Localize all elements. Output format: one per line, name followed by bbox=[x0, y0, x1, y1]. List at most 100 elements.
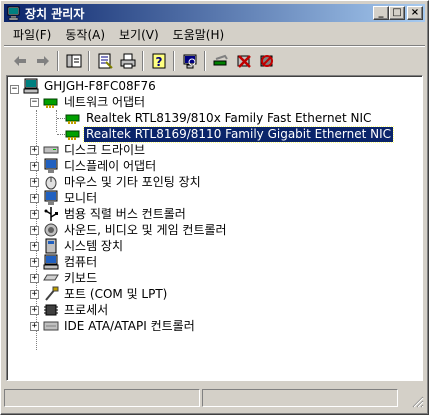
toolbar: ? bbox=[4, 48, 425, 74]
expand-toggle[interactable]: + bbox=[30, 225, 39, 235]
system-device-icon bbox=[43, 238, 59, 254]
minimize-icon: _ bbox=[378, 7, 384, 18]
category-label: 프로세서 bbox=[64, 302, 109, 317]
close-button[interactable]: × bbox=[407, 6, 423, 20]
category-label: 네트워크 어댑터 bbox=[64, 94, 146, 109]
device-label-selected: Realtek RTL8169/8110 Family Gigabit Ethe… bbox=[82, 125, 395, 143]
ide-controller-icon bbox=[43, 318, 59, 334]
help-button[interactable]: ? bbox=[147, 50, 170, 72]
menu-file[interactable]: 파일(F) bbox=[6, 25, 58, 44]
expand-toggle[interactable]: + bbox=[30, 321, 39, 331]
properties-icon bbox=[98, 53, 113, 69]
title-bar[interactable]: 장치 관리자 _ □ × bbox=[4, 4, 425, 22]
status-bar bbox=[4, 389, 425, 409]
category-label: 시스템 장치 bbox=[64, 238, 124, 253]
device-manager-window: 장치 관리자 _ □ × 파일(F) 동작(A) 보기(V) 도움말(H) ? … bbox=[0, 0, 429, 415]
category-label: 디스크 드라이브 bbox=[64, 142, 146, 157]
menu-bar: 파일(F) 동작(A) 보기(V) 도움말(H) bbox=[4, 24, 425, 44]
expand-toggle[interactable]: + bbox=[30, 273, 39, 283]
show-hide-tree-button[interactable] bbox=[62, 50, 85, 72]
toolbar-separator bbox=[88, 51, 90, 71]
tree-category-mice[interactable]: + 마우스 및 기타 포인팅 장치 bbox=[30, 174, 203, 190]
tree-device-rtl8139[interactable]: Realtek RTL8139/810x Family Fast Etherne… bbox=[65, 110, 373, 126]
properties-button[interactable] bbox=[93, 50, 116, 72]
expand-toggle[interactable]: + bbox=[30, 289, 39, 299]
computer-icon bbox=[43, 254, 59, 270]
category-label: 포트 (COM 및 LPT) bbox=[64, 286, 168, 301]
expand-toggle[interactable]: + bbox=[30, 161, 39, 171]
expand-toggle[interactable]: + bbox=[30, 305, 39, 315]
maximize-button[interactable]: □ bbox=[389, 6, 405, 20]
forward-arrow-icon bbox=[36, 56, 49, 66]
scan-hardware-icon bbox=[183, 54, 196, 69]
resize-grip-icon[interactable] bbox=[412, 396, 424, 408]
network-adapter-icon bbox=[43, 94, 59, 110]
status-pane-1 bbox=[4, 389, 200, 407]
category-label: 사운드, 비디오 및 게임 컨트롤러 bbox=[64, 222, 227, 237]
computer-name: GHJGH-F8FC08F76 bbox=[44, 78, 156, 93]
expand-toggle[interactable]: + bbox=[30, 177, 39, 187]
minimize-button[interactable]: _ bbox=[373, 6, 389, 20]
tree-category-monitors[interactable]: + 모니터 bbox=[30, 190, 99, 206]
tree-device-rtl8169[interactable]: Realtek RTL8169/8110 Family Gigabit Ethe… bbox=[65, 125, 395, 143]
tree-category-disk-drives[interactable]: + 디스크 드라이브 bbox=[30, 142, 147, 158]
tree-category-ports[interactable]: + 포트 (COM 및 LPT) bbox=[30, 286, 169, 302]
expand-toggle[interactable]: + bbox=[30, 209, 39, 219]
expand-toggle[interactable]: + bbox=[30, 193, 39, 203]
network-card-icon bbox=[65, 126, 81, 142]
disable-device-icon bbox=[237, 55, 251, 68]
tree-category-computer[interactable]: + 컴퓨터 bbox=[30, 254, 99, 270]
tree-category-system-devices[interactable]: + 시스템 장치 bbox=[30, 238, 125, 254]
keyboard-icon bbox=[43, 270, 59, 286]
menu-view[interactable]: 보기(V) bbox=[112, 25, 166, 44]
tree-category-usb-controllers[interactable]: + 범용 직렬 버스 컨트롤러 bbox=[30, 206, 188, 222]
update-driver-button[interactable] bbox=[209, 50, 232, 72]
tree-category-sound[interactable]: + 사운드, 비디오 및 게임 컨트롤러 bbox=[30, 222, 229, 238]
tree-root[interactable]: − GHJGH-F8FC08F76 bbox=[10, 78, 158, 94]
scan-hardware-button[interactable] bbox=[178, 50, 201, 72]
menu-help[interactable]: 도움말(H) bbox=[166, 25, 232, 44]
tree-category-display-adapters[interactable]: + 디스플레이 어댑터 bbox=[30, 158, 158, 174]
toolbar-separator bbox=[173, 51, 175, 71]
update-driver-icon bbox=[213, 54, 228, 66]
monitor-icon bbox=[43, 190, 59, 206]
show-hide-tree-icon bbox=[66, 54, 81, 68]
usb-icon bbox=[43, 206, 59, 222]
category-label: 범용 직렬 버스 컨트롤러 bbox=[64, 206, 186, 221]
uninstall-device-icon bbox=[260, 55, 273, 67]
status-pane-2 bbox=[202, 389, 398, 407]
device-tree[interactable]: − GHJGH-F8FC08F76 − 네트워크 어댑터 Realtek RTL… bbox=[6, 75, 423, 381]
maximize-icon: □ bbox=[392, 7, 402, 18]
expand-toggle[interactable]: + bbox=[30, 145, 39, 155]
collapse-toggle[interactable]: − bbox=[10, 84, 19, 94]
disk-drive-icon bbox=[43, 142, 59, 158]
device-label: Realtek RTL8139/810x Family Fast Etherne… bbox=[86, 110, 372, 125]
category-label: IDE ATA/ATAPI 컨트롤러 bbox=[64, 318, 195, 333]
window-title: 장치 관리자 bbox=[25, 6, 85, 21]
uninstall-device-button[interactable] bbox=[255, 50, 278, 72]
tree-category-ide-controllers[interactable]: + IDE ATA/ATAPI 컨트롤러 bbox=[30, 318, 197, 334]
computer-icon bbox=[23, 78, 39, 94]
toolbar-separator bbox=[204, 51, 206, 71]
forward-button[interactable] bbox=[31, 50, 54, 72]
tree-category-keyboards[interactable]: + 키보드 bbox=[30, 270, 99, 286]
help-icon: ? bbox=[152, 53, 165, 69]
category-label: 키보드 bbox=[64, 270, 98, 285]
tree-guide-line bbox=[56, 110, 57, 132]
disable-device-button[interactable] bbox=[232, 50, 255, 72]
mouse-icon bbox=[43, 174, 59, 190]
tree-category-network-adapters[interactable]: − 네트워크 어댑터 bbox=[30, 94, 147, 110]
collapse-toggle[interactable]: − bbox=[30, 97, 39, 107]
expand-toggle[interactable]: + bbox=[30, 257, 39, 267]
tree-category-processors[interactable]: + 프로세서 bbox=[30, 302, 110, 318]
category-label: 디스플레이 어댑터 bbox=[64, 158, 157, 173]
back-button[interactable] bbox=[8, 50, 31, 72]
menu-action[interactable]: 동작(A) bbox=[58, 25, 112, 44]
back-arrow-icon bbox=[13, 56, 26, 66]
expand-toggle[interactable]: + bbox=[30, 241, 39, 251]
print-button[interactable] bbox=[116, 50, 139, 72]
network-card-icon bbox=[65, 110, 81, 126]
category-label: 컴퓨터 bbox=[64, 254, 98, 269]
display-adapter-icon bbox=[43, 158, 59, 174]
print-icon bbox=[120, 53, 135, 69]
